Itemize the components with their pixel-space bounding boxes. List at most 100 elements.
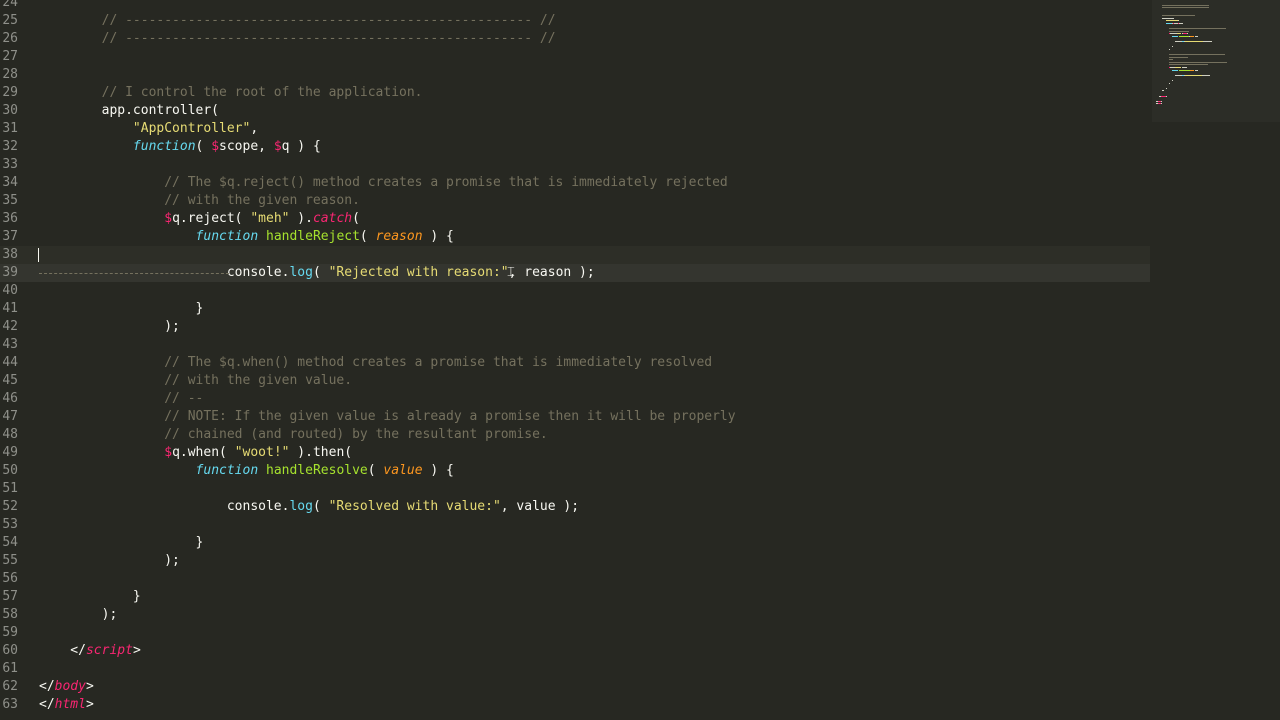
code-line[interactable]: 27: [0, 48, 1150, 66]
minimap-stroke: [1168, 28, 1227, 29]
code-line[interactable]: 32 function( $scope, $q ) {: [0, 138, 1150, 156]
minimap-stroke: [1181, 67, 1188, 68]
minimap-stroke: [1172, 35, 1179, 37]
code-line[interactable]: 34 // The $q.reject() method creates a p…: [0, 174, 1150, 192]
code-token: // with the given reason.: [39, 193, 360, 208]
code-line[interactable]: 51: [0, 480, 1150, 498]
line-number: 50: [2, 463, 18, 478]
code-line[interactable]: 59: [0, 624, 1150, 642]
code-line[interactable]: 45 // with the given value.: [0, 372, 1150, 390]
code-line[interactable]: 25 // ----------------------------------…: [0, 12, 1150, 30]
code-line[interactable]: 38: [0, 246, 1150, 264]
code-line[interactable]: 61: [0, 660, 1150, 678]
code-token: // with the given value.: [39, 373, 353, 388]
minimap-stroke: [1165, 20, 1178, 22]
code-line[interactable]: 30 app.controller(: [0, 102, 1150, 120]
code-token: ) {: [422, 229, 454, 244]
code-token: (: [359, 229, 376, 244]
code-token: $: [273, 139, 282, 154]
line-number: 47: [2, 409, 18, 424]
code-line[interactable]: 42 );: [0, 318, 1150, 336]
code-line[interactable]: 50 function handleResolve( value ) {: [0, 462, 1150, 480]
code-line[interactable]: 63 </html>: [0, 696, 1150, 714]
code-line[interactable]: 35 // with the given reason.: [0, 192, 1150, 210]
code-token: }: [39, 301, 204, 316]
line-number: 45: [2, 373, 18, 388]
line-text: // The $q.reject() method creates a prom…: [39, 174, 728, 192]
code-token: </: [39, 679, 55, 694]
code-line[interactable]: 53: [0, 516, 1150, 534]
minimap-stroke: [1176, 33, 1181, 35]
line-number: 24: [2, 0, 18, 10]
code-line[interactable]: 52 console.log( "Resolved with value:", …: [0, 498, 1150, 516]
minimap-stroke: [1169, 33, 1177, 35]
minimap[interactable]: [1152, 0, 1280, 122]
code-line[interactable]: 43: [0, 336, 1150, 354]
code-editor[interactable]: 24 25 // --------------------------------…: [0, 0, 1280, 720]
code-line[interactable]: 41 }: [0, 300, 1150, 318]
code-line[interactable]: 55 );: [0, 552, 1150, 570]
code-token: q.reject(: [172, 211, 251, 226]
line-number: 34: [2, 175, 18, 190]
code-token: </: [39, 643, 86, 658]
code-token: </: [39, 697, 55, 712]
code-token: }: [39, 535, 204, 550]
code-line[interactable]: 39 console.log( "Rejected with reason:",…: [0, 264, 1150, 282]
line-text: </html>: [39, 696, 94, 714]
line-number: 63: [2, 697, 18, 712]
minimap-stroke: [1195, 35, 1198, 37]
code-token: handleResolve: [266, 463, 368, 478]
code-line[interactable]: 60 </script>: [0, 642, 1150, 660]
code-line[interactable]: 49 $q.when( "woot!" ).then(: [0, 444, 1150, 462]
minimap-stroke: [1203, 41, 1212, 42]
code-line[interactable]: 37 function handleReject( reason ) {: [0, 228, 1150, 246]
minimap-stroke: [1172, 80, 1173, 81]
line-text: </body>: [39, 678, 94, 696]
code-line[interactable]: 28: [0, 66, 1150, 84]
minimap-stroke: [1177, 20, 1179, 22]
code-line[interactable]: 33: [0, 156, 1150, 174]
code-area[interactable]: 24 25 // --------------------------------…: [0, 0, 1150, 714]
code-token: , reason );: [508, 265, 595, 280]
line-number: 55: [2, 553, 18, 568]
line-number: 38: [2, 247, 18, 262]
line-text: function( $scope, $q ) {: [39, 138, 321, 156]
line-text: function handleResolve( value ) {: [39, 462, 454, 480]
code-line[interactable]: 46 // --: [0, 390, 1150, 408]
minimap-stroke: [1165, 87, 1167, 89]
line-text: </script>: [39, 642, 140, 660]
line-text: }: [39, 588, 141, 606]
minimap-stroke: [1168, 61, 1228, 63]
code-line[interactable]: 24: [0, 0, 1150, 12]
code-line[interactable]: 36 $q.reject( "meh" ).catch(: [0, 210, 1150, 228]
text-cursor-icon: ⌶: [507, 265, 515, 280]
code-line[interactable]: 40: [0, 282, 1150, 300]
code-line[interactable]: 54 }: [0, 534, 1150, 552]
minimap-stroke: [1168, 56, 1188, 58]
code-line[interactable]: 29 // I control the root of the applicat…: [0, 84, 1150, 102]
code-line[interactable]: 44 // The $q.when() method creates a pro…: [0, 354, 1150, 372]
code-line[interactable]: 26 // ----------------------------------…: [0, 30, 1150, 48]
line-text: // The $q.when() method creates a promis…: [39, 354, 712, 372]
line-number: 57: [2, 589, 18, 604]
code-line[interactable]: 62 </body>: [0, 678, 1150, 696]
line-text: $q.when( "woot!" ).then(: [39, 444, 352, 462]
code-line[interactable]: 56: [0, 570, 1150, 588]
line-number: 56: [2, 571, 18, 586]
code-token: script: [85, 643, 133, 658]
code-line[interactable]: 48 // chained (and routed) by the result…: [0, 426, 1150, 444]
code-line[interactable]: 31 "AppController",: [0, 120, 1150, 138]
minimap-stroke: [1172, 69, 1179, 71]
minimap-stroke: [1165, 95, 1167, 97]
minimap-stroke: [1162, 7, 1209, 9]
line-number: 43: [2, 337, 18, 352]
code-line[interactable]: 47 // NOTE: If the given value is alread…: [0, 408, 1150, 426]
code-token: // The $q.reject() method creates a prom…: [39, 175, 728, 190]
code-token: (: [352, 211, 360, 226]
code-token: "meh": [250, 211, 290, 226]
code-line[interactable]: 57 }: [0, 588, 1150, 606]
code-line[interactable]: 58 );: [0, 606, 1150, 624]
